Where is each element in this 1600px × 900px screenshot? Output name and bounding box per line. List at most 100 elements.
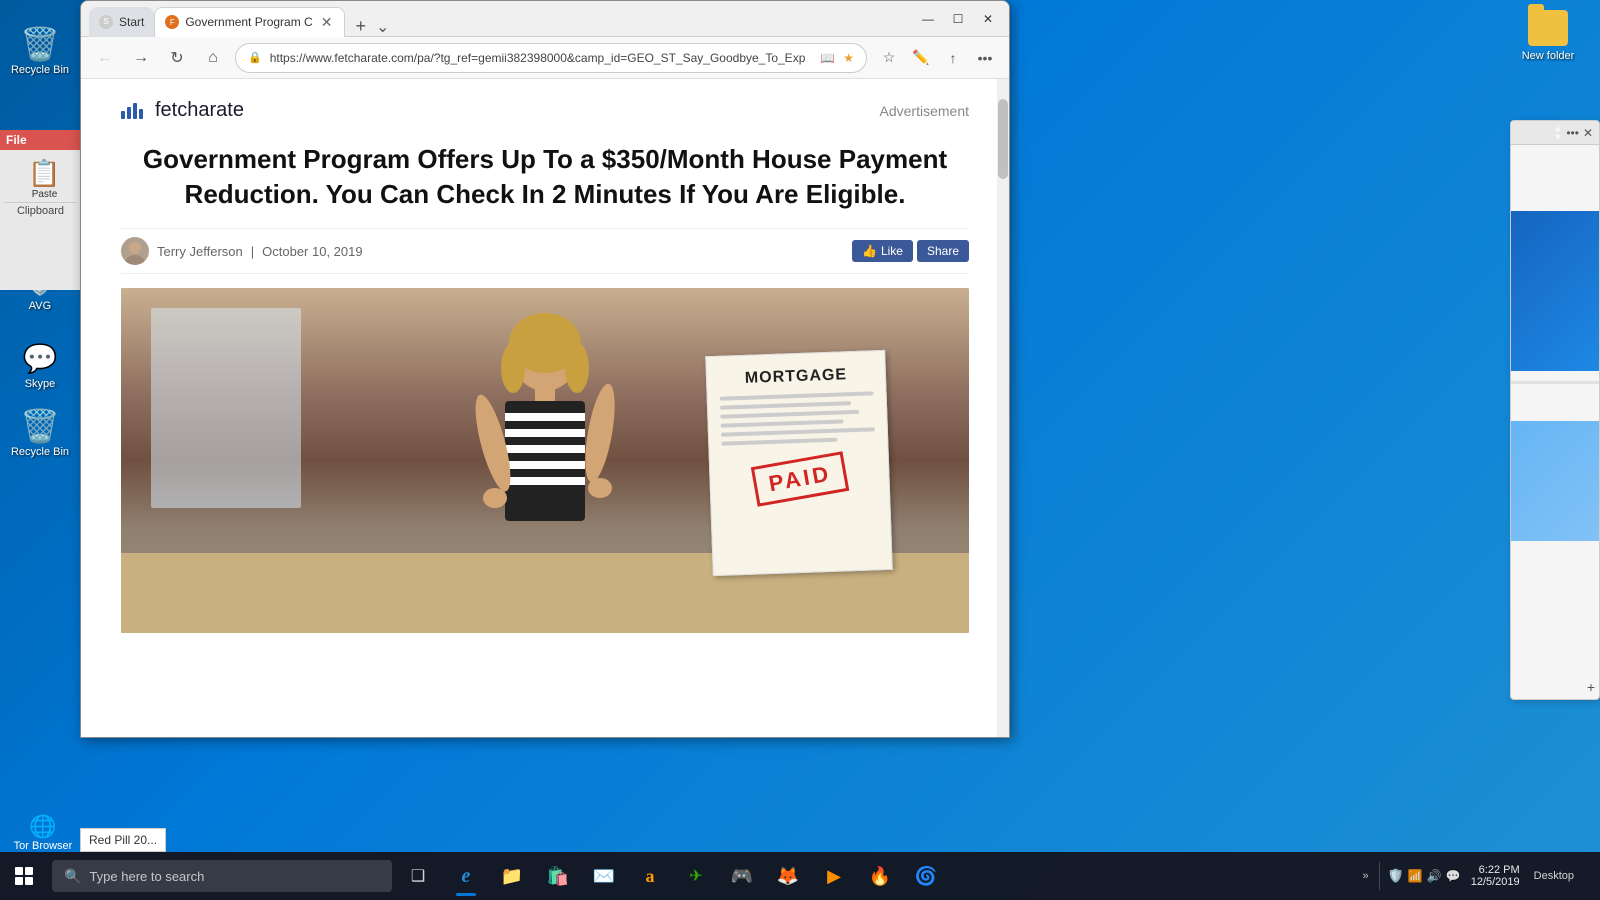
author-info: Terry Jefferson | October 10, 2019 <box>121 237 363 265</box>
address-bar[interactable]: 🔒 https://www.fetcharate.com/pa/?tg_ref=… <box>235 43 867 73</box>
vlc-icon: ▶ <box>827 866 841 887</box>
red-pill-label[interactable]: Red Pill 20... <box>89 833 157 847</box>
taskbar-icon-burnaware[interactable]: 🔥 <box>858 854 902 898</box>
task-view-button[interactable]: ❑ <box>396 854 440 898</box>
gov-tab-label: Government Program C <box>185 15 312 29</box>
author-separator: | <box>251 244 254 259</box>
win-square-1 <box>15 867 23 875</box>
store-icon: 🛍️ <box>547 866 569 887</box>
win-square-3 <box>15 877 23 885</box>
logo-bars-icon <box>121 103 143 119</box>
new-folder-label: New folder <box>1522 50 1575 62</box>
browser-window: S Start F Government Program C ✕ + ⌄ — ☐… <box>80 0 1010 738</box>
desktop-icon-recycle-bin-top[interactable]: 🗑️ Recycle Bin <box>4 20 76 82</box>
panel-chevrons: ▲ ▼ <box>1553 124 1562 142</box>
task-view-icon: ❑ <box>411 866 425 886</box>
desktop-icon-new-folder[interactable]: New folder <box>1512 10 1584 62</box>
mortgage-lines <box>720 392 876 446</box>
share-icon[interactable]: ↑ <box>939 44 967 72</box>
tray-volume-icon[interactable]: 🔊 <box>1427 869 1442 883</box>
panel-divider <box>1511 381 1599 384</box>
taskbar-icon-vlc[interactable]: ▶ <box>812 854 856 898</box>
amazon-icon: a <box>646 866 655 887</box>
article-title: Government Program Offers Up To a $350/M… <box>121 142 969 212</box>
win-square-2 <box>25 867 33 875</box>
refresh-button[interactable]: ↻ <box>163 44 191 72</box>
win-square-4 <box>25 877 33 885</box>
tray-avg-icon[interactable]: 🛡️ <box>1388 868 1404 884</box>
tabs-dropdown-button[interactable]: ⌄ <box>372 17 393 37</box>
like-button[interactable]: 👍 Like <box>852 240 913 262</box>
taskbar-icon-app12[interactable]: 🌀 <box>904 854 948 898</box>
edge-icon: e <box>462 865 471 888</box>
system-clock[interactable]: 6:22 PM 12/5/2019 <box>1465 864 1526 888</box>
taskbar-icon-edge[interactable]: e <box>444 854 488 898</box>
logo-bar-2 <box>127 107 131 119</box>
advertisement-label: Advertisement <box>880 103 969 119</box>
thumbs-up-icon: 👍 <box>862 244 877 258</box>
mortgage-line-1 <box>720 392 874 401</box>
avg-label: AVG <box>29 300 51 312</box>
taskbar-icon-firefox[interactable]: 🦊 <box>766 854 810 898</box>
explorer-icon: 📁 <box>501 866 523 887</box>
more-options-icon[interactable]: ••• <box>971 44 999 72</box>
show-desktop-button[interactable] <box>1582 854 1590 898</box>
new-tab-button[interactable]: + <box>349 16 372 37</box>
toolbar-icons: ☆ ✏️ ↑ ••• <box>875 44 999 72</box>
back-button[interactable]: ← <box>91 44 119 72</box>
tab-gov-program[interactable]: F Government Program C ✕ <box>154 7 345 37</box>
office-ribbon-behind: File 📋 Paste Clipboard <box>0 130 82 290</box>
panel-close-icon[interactable]: ✕ <box>1583 126 1593 140</box>
taskbar-search[interactable]: 🔍 Type here to search <box>52 860 392 892</box>
panel-expand-icon[interactable]: + <box>1587 679 1595 695</box>
taskbar-icon-amazon[interactable]: a <box>628 854 672 898</box>
tor-browser-desktop-label[interactable]: 🌐 Tor Browser <box>8 814 78 852</box>
browser-toolbar: ← → ↻ ⌂ 🔒 https://www.fetcharate.com/pa/… <box>81 37 1009 79</box>
desktop-icon-recycle-bin-2[interactable]: 🗑️ Recycle Bin <box>4 402 76 464</box>
tab-start[interactable]: S Start <box>89 7 154 37</box>
right-panel-header: ▲ ▼ ••• ✕ <box>1511 121 1599 145</box>
logo-bar-3 <box>133 103 137 119</box>
ribbon-file-tab[interactable]: File <box>0 130 81 150</box>
bookmark-icon[interactable]: ★ <box>843 51 854 65</box>
tray-notification-icon[interactable]: 💬 <box>1446 869 1461 883</box>
woman-silhouette <box>445 313 645 573</box>
tray-divider <box>1379 862 1380 890</box>
scrollbar-thumb[interactable] <box>998 99 1008 179</box>
forward-button[interactable]: → <box>127 44 155 72</box>
browser-scrollbar[interactable] <box>997 79 1009 737</box>
close-button[interactable]: ✕ <box>975 8 1001 30</box>
chevron-expand-button[interactable]: » <box>1361 870 1371 882</box>
notes-icon[interactable]: ✏️ <box>907 44 935 72</box>
windows-logo-icon <box>15 867 33 885</box>
mail-icon: ✉️ <box>593 866 615 887</box>
recycle-bin-2-icon: 🗑️ <box>22 408 58 444</box>
logo-bar-4 <box>139 109 143 119</box>
taskbar-icon-tripadvisor[interactable]: ✈ <box>674 854 718 898</box>
window-controls: — ☐ ✕ <box>915 8 1001 30</box>
taskbar-app-icons: e 📁 🛍️ ✉️ a ✈ 🎮 <box>440 854 1351 898</box>
desktop: 🗑️ Recycle Bin 📄 AcrobatReader DC 🛡️ AVG… <box>0 0 1600 900</box>
tray-network-icon[interactable]: 📶 <box>1408 869 1423 883</box>
taskbar-icon-discord[interactable]: 🎮 <box>720 854 764 898</box>
share-button[interactable]: Share <box>917 240 969 262</box>
taskbar-icon-store[interactable]: 🛍️ <box>536 854 580 898</box>
maximize-button[interactable]: ☐ <box>945 8 971 30</box>
desktop-label[interactable]: Desktop <box>1530 870 1578 882</box>
favorites-icon[interactable]: ☆ <box>875 44 903 72</box>
taskbar-icon-explorer[interactable]: 📁 <box>490 854 534 898</box>
browser-content: fetcharate Advertisement Government Prog… <box>81 79 1009 737</box>
home-button[interactable]: ⌂ <box>199 44 227 72</box>
desktop-icon-skype[interactable]: 💬 Skype <box>4 334 76 396</box>
panel-options-icon[interactable]: ••• <box>1566 126 1579 140</box>
recycle-bin-top-label: Recycle Bin <box>11 64 69 76</box>
fetcharate-logo: fetcharate <box>121 99 244 122</box>
article-meta: Terry Jefferson | October 10, 2019 👍 Lik… <box>121 228 969 274</box>
mortgage-line-2 <box>720 401 851 410</box>
taskbar-icon-mail[interactable]: ✉️ <box>582 854 626 898</box>
clock-time: 6:22 PM <box>1479 864 1520 876</box>
tab-close-btn[interactable]: ✕ <box>319 14 335 31</box>
minimize-button[interactable]: — <box>915 8 941 30</box>
panel-chevron-down[interactable]: ▼ <box>1553 133 1562 142</box>
start-button[interactable] <box>0 852 48 900</box>
